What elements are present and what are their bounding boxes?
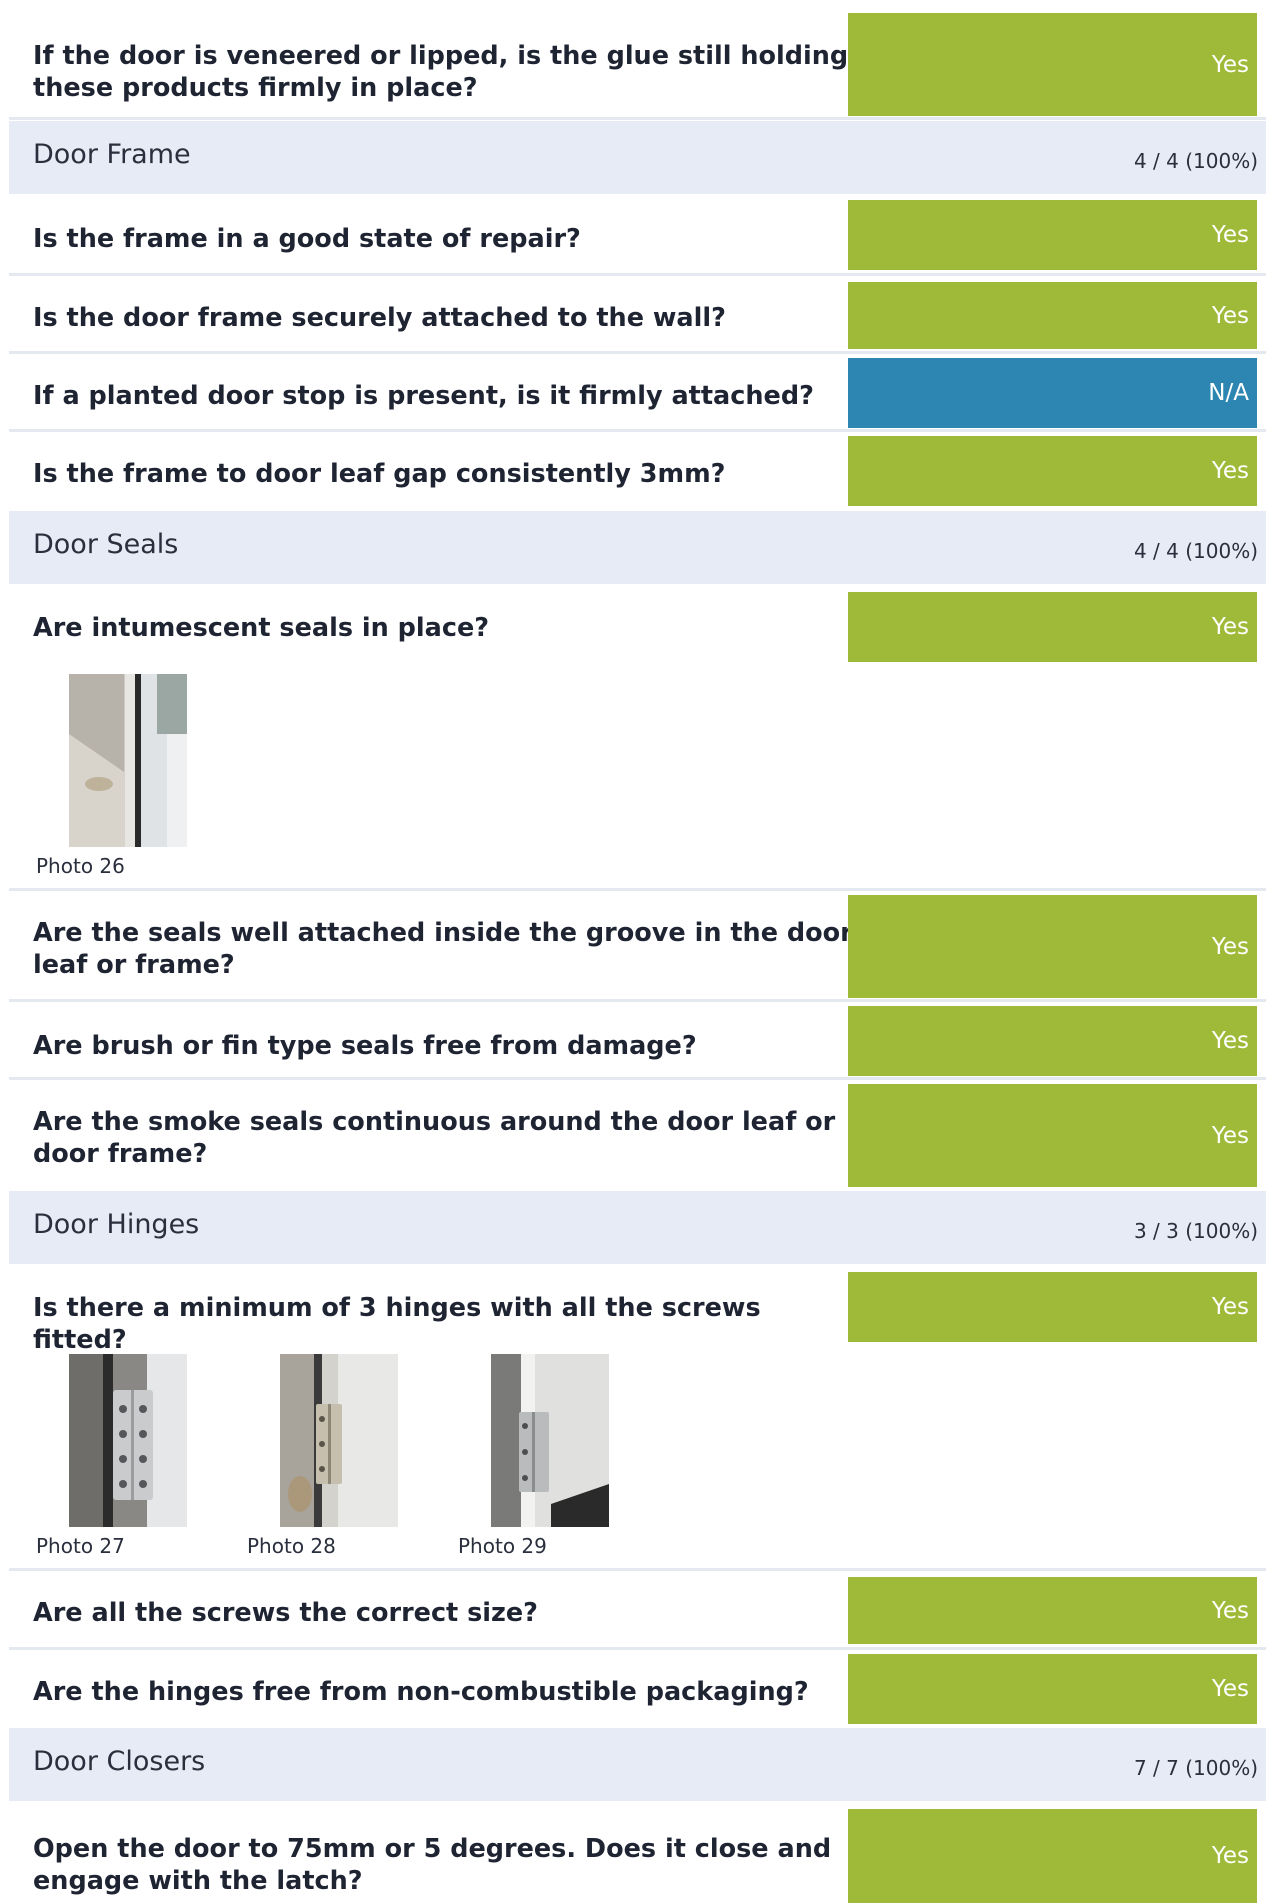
photo-image[interactable] xyxy=(280,1354,398,1527)
photo-caption: Photo 26 xyxy=(36,854,125,878)
section-header-door-frame: Door Frame 4 / 4 (100%) xyxy=(9,121,1266,194)
answer-badge-na: N/A xyxy=(848,358,1257,428)
section-title: Door Frame xyxy=(33,139,191,170)
answer-badge-yes: Yes xyxy=(848,13,1257,116)
photo-caption: Photo 27 xyxy=(36,1534,125,1558)
question-text: Are the seals well attached inside the g… xyxy=(33,918,853,980)
question-text: If a planted door stop is present, is it… xyxy=(33,381,814,411)
question-text: Are intumescent seals in place? xyxy=(33,613,490,643)
photo-image[interactable] xyxy=(491,1354,609,1527)
question-text: Are all the screws the correct size? xyxy=(33,1598,538,1628)
answer-badge-yes: Yes xyxy=(848,1272,1257,1342)
photo-caption: Photo 28 xyxy=(247,1534,336,1558)
question-text: Is the frame to door leaf gap consistent… xyxy=(33,459,726,489)
question-text: Are brush or fin type seals free from da… xyxy=(33,1031,697,1061)
section-header-door-seals: Door Seals 4 / 4 (100%) xyxy=(9,511,1266,584)
answer-badge-yes: Yes xyxy=(848,1084,1257,1187)
answer-badge-yes: Yes xyxy=(848,282,1257,349)
question-text: Is there a minimum of 3 hinges with all … xyxy=(33,1293,761,1355)
section-score: 3 / 3 (100%) xyxy=(1133,1219,1258,1243)
question-text: Are the hinges free from non-combustible… xyxy=(33,1677,809,1707)
question-text: Is the door frame securely attached to t… xyxy=(33,303,726,333)
section-title: Door Hinges xyxy=(33,1209,200,1240)
answer-badge-yes: Yes xyxy=(848,1809,1257,1903)
section-header-door-closers: Door Closers 7 / 7 (100%) xyxy=(9,1728,1266,1801)
answer-badge-yes: Yes xyxy=(848,1577,1257,1644)
section-score: 4 / 4 (100%) xyxy=(1133,149,1258,173)
photo-image[interactable] xyxy=(69,1354,187,1527)
answer-badge-yes: Yes xyxy=(848,1006,1257,1076)
photo-image[interactable] xyxy=(69,674,187,847)
section-header-door-hinges: Door Hinges 3 / 3 (100%) xyxy=(9,1191,1266,1264)
question-text: Are the smoke seals continuous around th… xyxy=(33,1107,836,1169)
question-text: Open the door to 75mm or 5 degrees. Does… xyxy=(33,1834,832,1896)
question-text: If the door is veneered or lipped, is th… xyxy=(33,41,849,103)
section-score: 4 / 4 (100%) xyxy=(1133,539,1258,563)
answer-badge-yes: Yes xyxy=(848,200,1257,270)
section-score: 7 / 7 (100%) xyxy=(1133,1756,1258,1780)
answer-badge-yes: Yes xyxy=(848,592,1257,662)
answer-badge-yes: Yes xyxy=(848,895,1257,998)
section-title: Door Seals xyxy=(33,529,179,560)
photo-caption: Photo 29 xyxy=(458,1534,547,1558)
answer-badge-yes: Yes xyxy=(848,436,1257,506)
question-text: Is the frame in a good state of repair? xyxy=(33,224,581,254)
answer-badge-yes: Yes xyxy=(848,1654,1257,1724)
section-title: Door Closers xyxy=(33,1746,206,1777)
